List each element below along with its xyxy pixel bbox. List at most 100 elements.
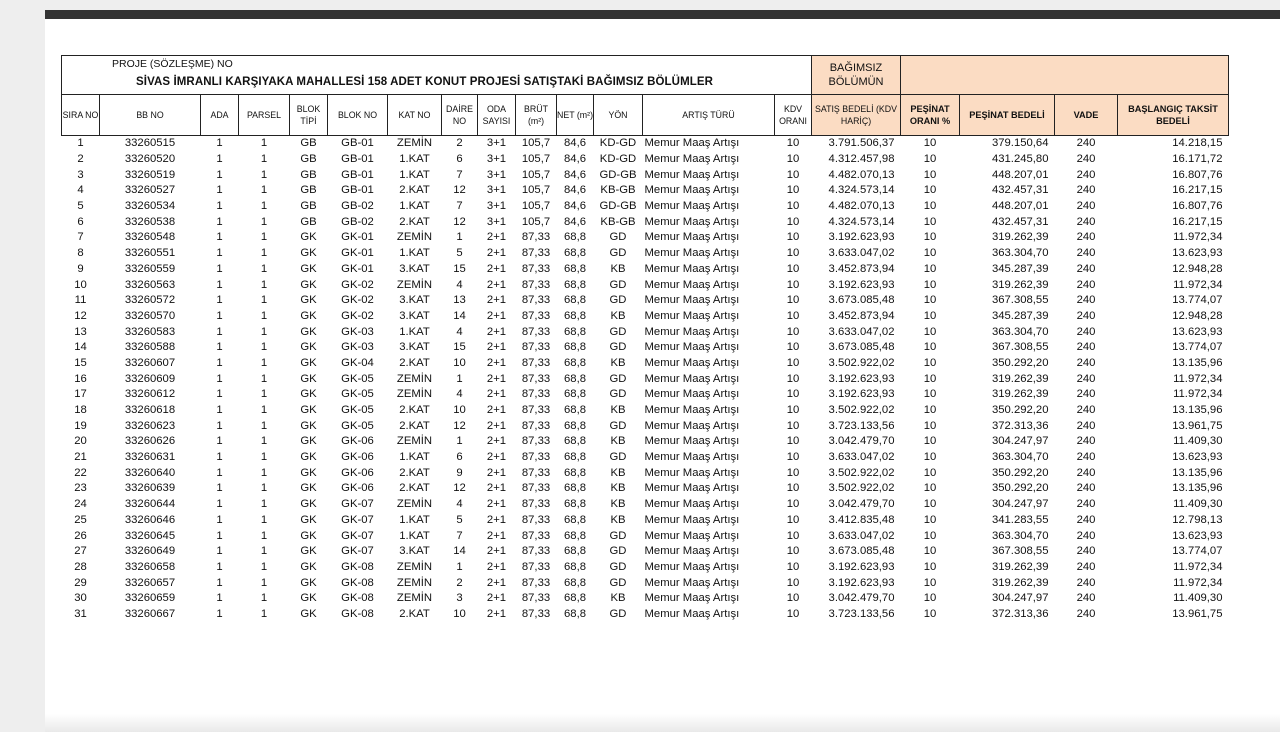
table-cell: KB-GB (600, 215, 636, 228)
table-cell: 240 (1076, 560, 1096, 573)
table-cell: 33260612 (124, 388, 176, 401)
table-cell: 3.633.047,02 (828, 529, 895, 542)
table-cell: 68,8 (564, 498, 586, 511)
table-cell: 10 (786, 294, 800, 307)
table-row: 13 33260583 1 1 GK GK-03 1.KAT 4 2+1 87,33 68,8 GD M… (62, 324, 1229, 340)
table-cell: 2+1 (486, 294, 507, 307)
bb-header: BAĞIMSIZ BÖLÜMÜN (811, 55, 901, 95)
table-cell: 3.633.047,02 (828, 451, 895, 464)
table-cell: 68,8 (564, 529, 586, 542)
table-cell: 2 (456, 137, 463, 150)
table-cell: 240 (1076, 137, 1096, 150)
table-cell: ZEMİN (396, 231, 433, 244)
table-cell: 240 (1076, 309, 1096, 322)
table-cell: 105,7 (521, 153, 551, 166)
table-cell: KB (610, 309, 626, 322)
table-cell: GK-08 (341, 592, 374, 605)
table-cell: 319.262,39 (991, 388, 1049, 401)
table-row: 11 33260572 1 1 GK GK-02 3.KAT 13 2+1 87,33 68,8 GD… (62, 293, 1229, 309)
table-cell: GK (300, 325, 317, 338)
table-cell: 304.247,97 (991, 592, 1049, 605)
table-row: 20 33260626 1 1 GK GK-06 ZEMİN 1 2+1 87,33 68,8 KB M… (62, 434, 1229, 450)
table-cell: 87,33 (521, 545, 551, 558)
table-cell: GK (300, 419, 317, 432)
table-cell: 11 (74, 294, 87, 307)
table-cell: 2+1 (486, 498, 507, 511)
table-cell: 10 (786, 560, 800, 573)
table-row: 6 33260538 1 1 GB GB-02 2.KAT 12 3+1 105,7 84,6 KB-… (62, 214, 1229, 230)
table-cell: 10 (923, 498, 937, 511)
table-cell: 68,8 (564, 325, 586, 338)
table-cell: GK (300, 262, 317, 275)
table-cell: 1.KAT (399, 325, 430, 338)
table-cell: GD-GB (599, 200, 637, 213)
table-row: 22 33260640 1 1 GK GK-06 2.KAT 9 2+1 87,33 68,8 KB M… (62, 465, 1229, 481)
table-cell: 26 (74, 529, 87, 542)
table-cell: 68,8 (564, 513, 586, 526)
table-cell: 33260572 (124, 294, 176, 307)
col-sira: SIRA NO (61, 94, 100, 136)
table-cell: 1 (260, 341, 268, 354)
table-cell: Memur Maaş Artışı (644, 592, 740, 605)
table-cell: 10 (786, 168, 800, 181)
table-cell: 13 (453, 294, 466, 307)
table-cell: GK-02 (341, 294, 374, 307)
table-cell: KB (610, 466, 626, 479)
table-cell: 87,33 (521, 592, 551, 605)
table-cell: 68,8 (564, 576, 586, 589)
table-cell: 2+1 (486, 356, 507, 369)
table-cell: 240 (1076, 184, 1096, 197)
table-cell: 10 (923, 247, 937, 260)
table-cell: Memur Maaş Artışı (644, 482, 740, 495)
table-cell: 10 (786, 451, 800, 464)
table-cell: GB-01 (341, 184, 374, 197)
table-cell: 240 (1076, 215, 1096, 228)
table-cell: 350.292,20 (991, 356, 1049, 369)
table-cell: 2 (456, 576, 463, 589)
table-cell: 10 (786, 419, 800, 432)
table-cell: 379.150,64 (991, 137, 1049, 150)
table-cell: 11.972,34 (1173, 372, 1223, 385)
table-cell: 1.KAT (399, 168, 430, 181)
table-cell: 87,33 (521, 435, 551, 448)
table-cell: 27 (74, 545, 87, 558)
table-cell: Memur Maaş Artışı (644, 435, 740, 448)
table-cell: 240 (1076, 341, 1096, 354)
table-cell: 87,33 (521, 498, 551, 511)
table-cell: 2.KAT (399, 419, 430, 432)
table-cell: 12 (453, 419, 466, 432)
table-cell: 3.042.479,70 (828, 498, 895, 511)
table-cell: 448.207,01 (991, 200, 1049, 213)
col-blok-no: BLOK NO (327, 94, 388, 136)
table-cell: Memur Maaş Artışı (644, 560, 740, 573)
table-cell: 13.961,75 (1172, 607, 1223, 620)
table-cell: 28 (74, 560, 87, 573)
table-cell: 7 (77, 231, 84, 244)
table-cell: KB-GB (600, 184, 636, 197)
table-cell: KB (610, 592, 626, 605)
table-cell: 13.135,96 (1172, 404, 1223, 417)
table-cell: 240 (1076, 529, 1096, 542)
table-cell: 10 (923, 435, 937, 448)
document-page[interactable]: PROJE (SÖZLEŞME) NO SİVAS İMRANLI KARŞIY… (45, 19, 1280, 732)
table-cell: 1 (260, 419, 268, 432)
table-row: 12 33260570 1 1 GK GK-02 3.KAT 14 2+1 87,33 68,8 KB… (62, 309, 1229, 325)
table-cell: 1 (216, 325, 223, 338)
table-cell: 31 (74, 607, 87, 620)
table-cell: ZEMİN (396, 435, 433, 448)
table-cell: 68,8 (564, 607, 586, 620)
table-cell: 10 (786, 498, 800, 511)
table-cell: 1 (260, 513, 268, 526)
table-cell: 1 (216, 466, 223, 479)
table-cell: 11.409,30 (1173, 498, 1223, 511)
table-cell: 240 (1076, 278, 1096, 291)
table-cell: 2+1 (486, 231, 507, 244)
table-cell: 3.KAT (399, 545, 430, 558)
table-cell: GD-GB (599, 168, 637, 181)
table-cell: 87,33 (521, 560, 551, 573)
table-cell: 2+1 (486, 309, 507, 322)
table-cell: Memur Maaş Artışı (644, 325, 740, 338)
table-cell: 105,7 (521, 137, 551, 150)
document-content: PROJE (SÖZLEŞME) NO SİVAS İMRANLI KARŞIY… (61, 55, 1229, 622)
table-cell: 2+1 (486, 247, 507, 260)
